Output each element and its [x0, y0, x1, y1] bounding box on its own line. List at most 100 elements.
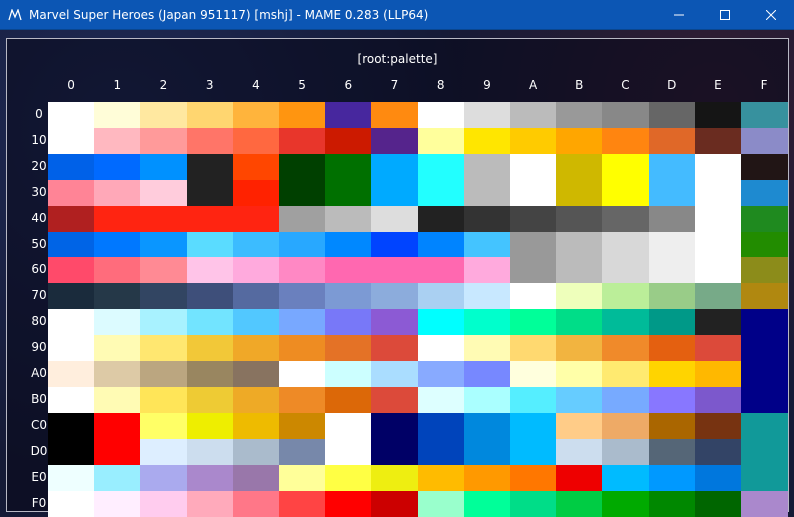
palette-swatch[interactable] [648, 386, 696, 414]
palette-swatch[interactable] [510, 231, 557, 258]
palette-swatch[interactable] [648, 361, 696, 388]
palette-swatch[interactable] [232, 386, 280, 414]
palette-swatch[interactable] [94, 490, 141, 517]
palette-swatch[interactable] [694, 309, 742, 336]
palette-swatch[interactable] [325, 179, 372, 207]
palette-swatch[interactable] [279, 102, 326, 129]
palette-swatch[interactable] [94, 464, 141, 492]
palette-swatch[interactable] [648, 412, 696, 440]
palette-swatch[interactable] [463, 127, 511, 155]
palette-swatch[interactable] [556, 205, 603, 233]
palette-swatch[interactable] [602, 361, 650, 388]
palette-swatch[interactable] [463, 179, 511, 207]
palette-swatch[interactable] [371, 231, 419, 258]
palette-swatch[interactable] [602, 179, 650, 207]
palette-swatch[interactable] [186, 179, 234, 207]
palette-swatch[interactable] [94, 438, 141, 466]
palette-swatch[interactable] [140, 205, 188, 233]
palette-swatch[interactable] [602, 335, 650, 362]
palette-swatch[interactable] [648, 438, 696, 466]
palette-swatch[interactable] [186, 127, 234, 155]
palette-swatch[interactable] [140, 102, 188, 129]
palette-swatch[interactable] [279, 361, 326, 388]
palette-swatch[interactable] [48, 179, 95, 207]
palette-swatch[interactable] [741, 102, 788, 129]
palette-swatch[interactable] [510, 361, 557, 388]
palette-swatch[interactable] [463, 205, 511, 233]
palette-swatch[interactable] [94, 205, 141, 233]
palette-swatch[interactable] [417, 205, 465, 233]
palette-swatch[interactable] [694, 127, 742, 155]
palette-swatch[interactable] [694, 412, 742, 440]
palette-swatch[interactable] [694, 257, 742, 284]
palette-swatch[interactable] [648, 490, 696, 517]
palette-swatch[interactable] [140, 283, 188, 310]
palette-swatch[interactable] [279, 179, 326, 207]
palette-swatch[interactable] [279, 205, 326, 233]
palette-swatch[interactable] [602, 309, 650, 336]
palette-swatch[interactable] [94, 309, 141, 336]
palette-swatch[interactable] [371, 309, 419, 336]
palette-swatch[interactable] [510, 127, 557, 155]
palette-swatch[interactable] [186, 309, 234, 336]
palette-swatch[interactable] [232, 257, 280, 284]
palette-swatch[interactable] [140, 335, 188, 362]
palette-swatch[interactable] [510, 102, 557, 129]
palette-swatch[interactable] [556, 102, 603, 129]
palette-swatch[interactable] [186, 257, 234, 284]
palette-swatch[interactable] [371, 205, 419, 233]
palette-swatch[interactable] [279, 335, 326, 362]
palette-swatch[interactable] [48, 102, 95, 129]
palette-swatch[interactable] [48, 205, 95, 233]
palette-swatch[interactable] [602, 464, 650, 492]
palette-swatch[interactable] [94, 153, 141, 181]
palette-swatch[interactable] [186, 335, 234, 362]
palette-swatch[interactable] [186, 361, 234, 388]
palette-swatch[interactable] [232, 283, 280, 310]
palette-swatch[interactable] [694, 283, 742, 310]
palette-swatch[interactable] [140, 361, 188, 388]
palette-swatch[interactable] [556, 309, 603, 336]
palette-swatch[interactable] [48, 386, 95, 414]
palette-swatch[interactable] [140, 412, 188, 440]
palette-swatch[interactable] [94, 257, 141, 284]
minimize-button[interactable] [656, 0, 702, 30]
palette-swatch[interactable] [463, 386, 511, 414]
palette-swatch[interactable] [48, 231, 95, 258]
palette-swatch[interactable] [417, 490, 465, 517]
palette-swatch[interactable] [279, 257, 326, 284]
palette-swatch[interactable] [94, 335, 141, 362]
palette-swatch[interactable] [694, 231, 742, 258]
palette-swatch[interactable] [556, 153, 603, 181]
palette-swatch[interactable] [232, 153, 280, 181]
palette-swatch[interactable] [371, 361, 419, 388]
palette-swatch[interactable] [186, 205, 234, 233]
palette-swatch[interactable] [510, 179, 557, 207]
palette-swatch[interactable] [279, 386, 326, 414]
palette-swatch[interactable] [648, 335, 696, 362]
palette-swatch[interactable] [463, 490, 511, 517]
palette-swatch[interactable] [741, 153, 788, 181]
palette-swatch[interactable] [694, 361, 742, 388]
palette-swatch[interactable] [556, 127, 603, 155]
palette-swatch[interactable] [556, 490, 603, 517]
palette-swatch[interactable] [694, 386, 742, 414]
palette-swatch[interactable] [232, 309, 280, 336]
palette-swatch[interactable] [417, 386, 465, 414]
palette-swatch[interactable] [325, 361, 372, 388]
palette-swatch[interactable] [694, 102, 742, 129]
palette-swatch[interactable] [463, 153, 511, 181]
palette-swatch[interactable] [325, 386, 372, 414]
palette-swatch[interactable] [417, 361, 465, 388]
palette-swatch[interactable] [741, 205, 788, 233]
palette-swatch[interactable] [417, 412, 465, 440]
palette-swatch[interactable] [463, 361, 511, 388]
palette-swatch[interactable] [279, 412, 326, 440]
palette-swatch[interactable] [556, 283, 603, 310]
palette-swatch[interactable] [417, 179, 465, 207]
palette-swatch[interactable] [648, 127, 696, 155]
palette-swatch[interactable] [140, 386, 188, 414]
palette-swatch[interactable] [371, 127, 419, 155]
palette-swatch[interactable] [186, 283, 234, 310]
palette-swatch[interactable] [140, 179, 188, 207]
